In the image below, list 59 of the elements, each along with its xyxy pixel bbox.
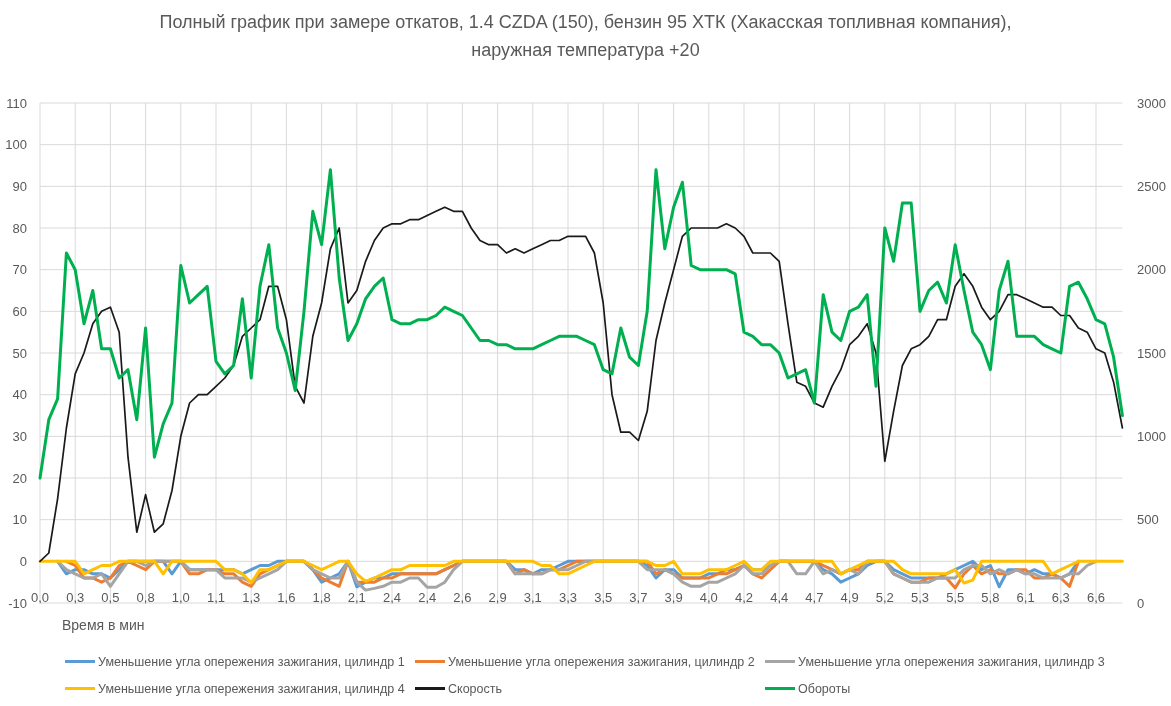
axis-tick-label: 6,1 bbox=[1016, 590, 1035, 605]
axis-tick-label: 30 bbox=[12, 428, 27, 444]
axis-tick-label: 4,4 bbox=[770, 590, 789, 605]
axis-tick-label: 5,5 bbox=[946, 590, 965, 605]
legend-label: Уменьшение угла опережения зажигания, цилиндр 1 bbox=[98, 654, 405, 669]
axis-tick-label: 2,6 bbox=[453, 590, 472, 605]
legend-label: Уменьшение угла опережения зажигания, цилиндр 2 bbox=[448, 654, 755, 669]
axis-tick-label: 80 bbox=[12, 220, 27, 236]
axis-tick-label: 4,9 bbox=[840, 590, 859, 605]
axis-tick-label: 2500 bbox=[1137, 178, 1166, 194]
axis-tick-label: 50 bbox=[12, 345, 27, 361]
axis-tick-label: 3,7 bbox=[629, 590, 648, 605]
legend-label: Скорость bbox=[448, 681, 502, 696]
axis-tick-label: 1000 bbox=[1137, 428, 1166, 444]
axis-tick-label: 500 bbox=[1137, 512, 1159, 528]
axis-tick-label: 5,8 bbox=[981, 590, 1000, 605]
axis-tick-label: 100 bbox=[5, 137, 27, 153]
axis-tick-label: 1,8 bbox=[312, 590, 331, 605]
axis-tick-label: 5,3 bbox=[910, 590, 930, 605]
axis-tick-label: 4,2 bbox=[734, 590, 754, 605]
axis-tick-label: 3,3 bbox=[558, 590, 578, 605]
axis-tick-label: 3000 bbox=[1137, 95, 1166, 111]
axis-title: Время в мин bbox=[62, 617, 145, 633]
axis-tick-label: 3,1 bbox=[523, 590, 542, 605]
axis-tick-label: 2,4 bbox=[418, 590, 437, 605]
axis-tick-label: 3,9 bbox=[664, 590, 683, 605]
axis-tick-label: 5,2 bbox=[875, 590, 894, 605]
axis-tick-label: 2,9 bbox=[488, 590, 507, 605]
axis-tick-label: 3,5 bbox=[594, 590, 613, 605]
axis-tick-label: 10 bbox=[12, 512, 27, 528]
axis-tick-label: 60 bbox=[12, 303, 27, 319]
axis-tick-label: -10 bbox=[8, 595, 27, 611]
axis-tick-label: 90 bbox=[12, 178, 27, 194]
axis-tick-label: 2000 bbox=[1137, 262, 1166, 278]
legend-label: Обороты bbox=[798, 681, 851, 696]
axis-tick-label: 0 bbox=[19, 553, 27, 569]
axis-tick-label: 4,7 bbox=[805, 590, 824, 605]
axis-tick-label: 0,5 bbox=[101, 590, 120, 605]
axis-tick-label: 1500 bbox=[1137, 345, 1166, 361]
axis-tick-label: 1,1 bbox=[206, 590, 226, 605]
axis-tick-label: 110 bbox=[6, 95, 27, 111]
axis-tick-label: 0,8 bbox=[136, 590, 155, 605]
axis-tick-label: 1,0 bbox=[171, 590, 190, 605]
legend-label: Уменьшение угла опережения зажигания, цилиндр 3 bbox=[798, 654, 1105, 669]
axis-tick-label: 6,6 bbox=[1086, 590, 1106, 605]
axis-tick-label: 70 bbox=[12, 262, 27, 278]
axis-tick-label: 20 bbox=[12, 470, 27, 486]
axis-tick-label: 2,1 bbox=[347, 590, 366, 605]
chart-title: Полный график при замере откатов, 1.4 CZDA (150), бензин 95 ХТК (Хакасская топливная компания), наружная температура +20 bbox=[159, 11, 1012, 62]
axis-tick-label: 6,3 bbox=[1051, 590, 1070, 605]
axis-tick-label: 0,0 bbox=[30, 590, 50, 605]
axis-tick-label: 0,3 bbox=[66, 590, 85, 605]
axis-tick-label: 2,4 bbox=[382, 590, 402, 605]
axis-tick-label: 1,6 bbox=[277, 590, 296, 605]
axis-tick-label: 0 bbox=[1137, 595, 1145, 611]
axis-tick-label: 1,3 bbox=[242, 590, 261, 605]
axis-tick-label: 40 bbox=[12, 387, 27, 403]
axis-tick-label: 4,0 bbox=[699, 590, 718, 605]
legend-label: Уменьшение угла опережения зажигания, цилиндр 4 bbox=[98, 681, 405, 696]
